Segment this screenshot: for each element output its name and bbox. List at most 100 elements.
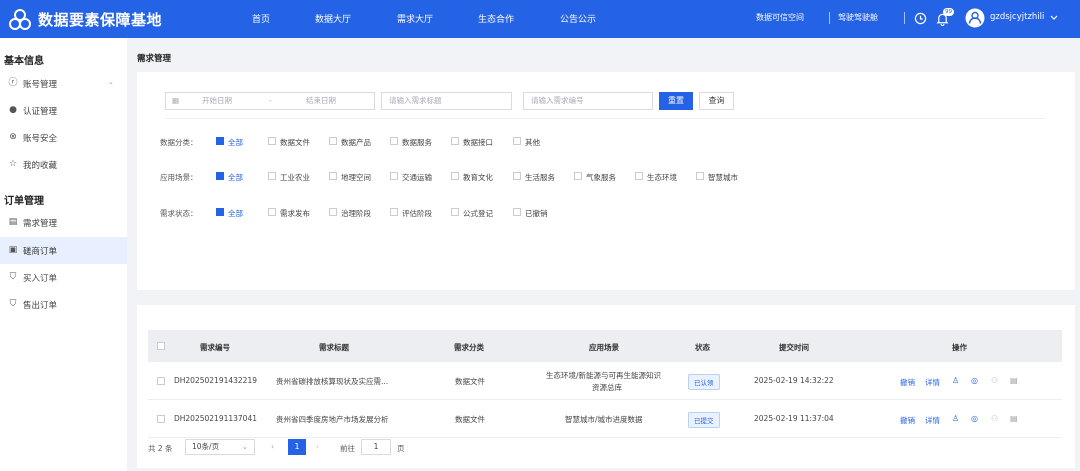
detail-link[interactable]: 详情 [925,415,940,426]
status-revoked[interactable]: 已撤销 [513,208,548,219]
prev-page-icon[interactable]: ‹ [271,442,274,451]
checkbox[interactable] [216,172,224,180]
checkbox[interactable] [696,172,704,180]
revoke-link[interactable]: 撤销 [900,415,915,426]
category-other[interactable]: 其他 [513,137,540,148]
sidebar-item-security[interactable]: ⊗ 账号安全 [0,126,127,150]
row-checkbox[interactable] [157,415,165,423]
cell-title[interactable]: 贵州省四季度房地产市场发展分析 [276,414,389,425]
cart-icon: ⛉ [9,299,17,309]
scene-education[interactable]: 教育文化 [451,172,493,183]
sidebar-item-auth[interactable]: ● 认证管理 [0,99,127,123]
top-header: 数据要素保障基地 首页 数据大厅 需求大厅 生态合作 公告公示 数据可信空间 驾… [0,0,1080,38]
trusted-space-link[interactable]: 数据可信空间 [756,12,804,23]
sidebar-item-buy[interactable]: ⛉ 买入订单 [0,266,127,290]
checkbox[interactable] [390,172,398,180]
clock-icon[interactable] [914,12,927,25]
shield-icon: ⊗ [9,132,17,142]
user-assign-icon[interactable]: ♙ [952,376,959,385]
search-button[interactable]: 查询 [699,92,734,110]
cell-category: 数据文件 [455,415,485,424]
cell-time: 2025-02-19 14:32:22 [754,376,834,385]
logo-icon [9,9,31,30]
nav-ecosystem[interactable]: 生态合作 [478,12,514,25]
checkbox[interactable] [268,208,276,216]
checkbox[interactable] [513,208,521,216]
reset-button[interactable]: 重置 [659,92,693,110]
col-title: 需求标题 [319,343,349,352]
category-all[interactable]: 全部 [216,137,243,148]
cell-title[interactable]: 贵州省碳排放核算现状及实应需... [276,376,388,387]
cockpit-link[interactable]: 驾驶驾驶舱 [838,12,878,23]
chevron-down-icon[interactable] [1050,15,1058,21]
cell-time: 2025-02-19 11:37:04 [754,414,834,423]
sidebar-item-sell[interactable]: ⛉ 售出订单 [0,293,127,317]
next-page-icon[interactable]: › [316,442,319,451]
checkbox[interactable] [513,137,521,145]
status-registration[interactable]: 公式登记 [451,208,493,219]
revoke-link[interactable]: 撤销 [900,377,915,388]
sidebar-item-account[interactable]: ⓡ 账号管理 ⌄ [0,72,127,96]
scene-ecology[interactable]: 生态环境 [635,172,677,183]
nav-demand-hall[interactable]: 需求大厅 [397,12,433,25]
checkbox[interactable] [451,172,459,180]
checkbox[interactable] [451,208,459,216]
checkbox[interactable] [216,208,224,216]
number-search-input[interactable]: 请输入需求编号 [523,92,653,110]
checkbox[interactable] [390,137,398,145]
nav-home[interactable]: 首页 [252,12,270,25]
page-current[interactable]: 1 [288,439,306,455]
page-size-select[interactable]: 10条/页 ⌄ [185,439,255,455]
checkbox[interactable] [216,137,224,145]
checkbox[interactable] [635,172,643,180]
scene-life[interactable]: 生活服务 [513,172,555,183]
document-icon[interactable]: ▤ [1010,376,1018,385]
category-file[interactable]: 数据文件 [268,137,310,148]
eye-icon[interactable]: ◎ [971,376,978,385]
scene-geo[interactable]: 地理空间 [329,172,371,183]
detail-link[interactable]: 详情 [925,377,940,388]
scene-transport[interactable]: 交通运输 [390,172,432,183]
scene-weather[interactable]: 气象服务 [574,172,616,183]
goto-input[interactable]: 1 [361,439,391,455]
scene-all[interactable]: 全部 [216,172,243,183]
table-row: DH202502191137041 贵州省四季度房地产市场发展分析 数据文件 智… [148,401,1062,438]
nav-data-hall[interactable]: 数据大厅 [315,12,351,25]
date-range-input[interactable]: ▦ 开始日期 - 结束日期 [165,92,375,110]
document-icon[interactable]: ▤ [1010,414,1018,423]
row-checkbox[interactable] [157,377,165,385]
sidebar-item-demand[interactable]: ▤ 需求管理 [0,211,127,235]
status-published[interactable]: 需求发布 [268,208,310,219]
eye-icon[interactable]: ◎ [971,414,978,423]
category-product[interactable]: 数据产品 [329,137,371,148]
divider [829,12,830,24]
username[interactable]: gzdsjcyjtzhili [990,12,1044,22]
checkbox[interactable] [329,172,337,180]
nav-announcements[interactable]: 公告公示 [560,12,596,25]
person-icon[interactable]: ⚇ [991,376,998,385]
checkbox[interactable] [574,172,582,180]
user-assign-icon[interactable]: ♙ [952,414,959,423]
checkbox[interactable] [390,208,398,216]
person-icon[interactable]: ⚇ [991,414,998,423]
scene-industry[interactable]: 工业农业 [268,172,310,183]
status-all[interactable]: 全部 [216,208,243,219]
avatar[interactable] [965,8,985,28]
checkbox[interactable] [451,137,459,145]
checkbox[interactable] [268,172,276,180]
status-evaluation[interactable]: 评估阶段 [390,208,432,219]
category-api[interactable]: 数据接口 [451,137,493,148]
checkbox[interactable] [329,137,337,145]
status-governance[interactable]: 治理阶段 [329,208,371,219]
select-all-checkbox[interactable] [157,342,165,350]
checkbox[interactable] [268,137,276,145]
chevron-down-icon[interactable]: ⌄ [108,78,114,86]
title-search-input[interactable]: 请输入需求标题 [381,92,512,110]
order-icon: ▣ [8,245,18,255]
sidebar-item-favorites[interactable]: ☆ 我的收藏 [0,153,127,177]
sidebar-item-negotiation[interactable]: ▣ 磋商订单 [0,237,127,264]
category-service[interactable]: 数据服务 [390,137,432,148]
checkbox[interactable] [513,172,521,180]
scene-smart-city[interactable]: 智慧城市 [696,172,738,183]
checkbox[interactable] [329,208,337,216]
